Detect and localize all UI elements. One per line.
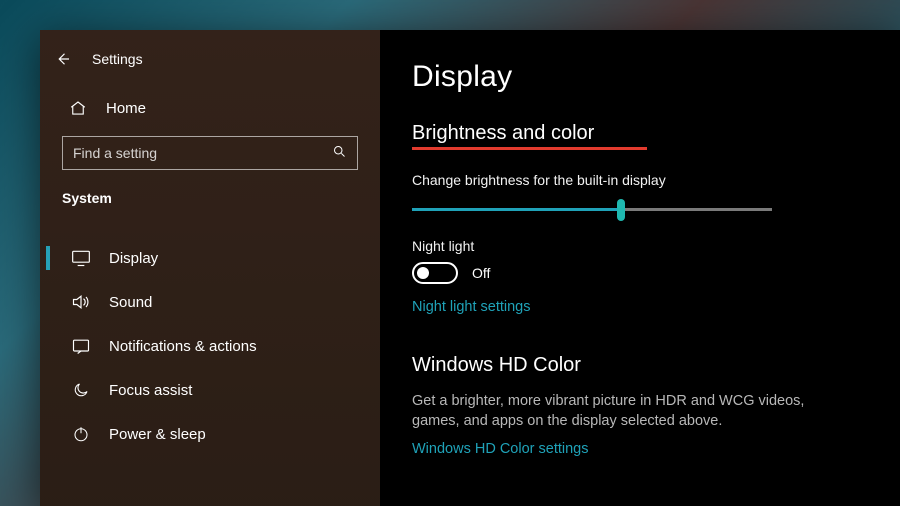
slider-track-empty: [621, 208, 772, 211]
page-title: Display: [412, 60, 868, 94]
search-icon: [332, 144, 347, 162]
home-nav[interactable]: Home: [40, 86, 380, 132]
sidebar-item-label: Notifications & actions: [109, 338, 257, 355]
section-heading-hd: Windows HD Color: [412, 354, 868, 377]
section-heading-brightness: Brightness and color: [412, 122, 594, 145]
settings-window: Settings Home System: [40, 30, 900, 506]
hd-color-settings-link[interactable]: Windows HD Color settings: [412, 441, 588, 457]
sidebar-item-label: Sound: [109, 294, 152, 311]
night-light-settings-link[interactable]: Night light settings: [412, 299, 530, 315]
header-row: Settings: [40, 38, 380, 86]
heading-underline: [412, 147, 647, 150]
power-icon: [71, 424, 91, 444]
sidebar-item-focus-assist[interactable]: Focus assist: [40, 368, 380, 412]
sidebar: Settings Home System: [40, 30, 380, 506]
sidebar-item-label: Focus assist: [109, 382, 192, 399]
sidebar-item-label: Power & sleep: [109, 426, 206, 443]
night-light-toggle-row: Off: [412, 262, 868, 284]
sidebar-item-display[interactable]: Display: [40, 236, 380, 280]
monitor-icon: [71, 248, 91, 268]
sidebar-item-sound[interactable]: Sound: [40, 280, 380, 324]
hd-description: Get a brighter, more vibrant picture in …: [412, 391, 832, 432]
brightness-slider[interactable]: [412, 196, 772, 224]
moon-icon: [71, 380, 91, 400]
slider-thumb[interactable]: [617, 199, 625, 221]
sidebar-item-notifications[interactable]: Notifications & actions: [40, 324, 380, 368]
search-field[interactable]: [73, 145, 320, 161]
home-label: Home: [106, 100, 146, 117]
night-light-state: Off: [472, 265, 490, 281]
search-input[interactable]: [62, 136, 358, 170]
night-light-toggle[interactable]: [412, 262, 458, 284]
nav-list: Display Sound Notifications & actions: [40, 236, 380, 456]
home-icon: [68, 98, 88, 118]
sidebar-item-label: Display: [109, 250, 158, 267]
speaker-icon: [71, 292, 91, 312]
notification-icon: [71, 336, 91, 356]
brightness-label: Change brightness for the built-in displ…: [412, 172, 868, 188]
sidebar-item-power[interactable]: Power & sleep: [40, 412, 380, 456]
app-title: Settings: [92, 51, 143, 67]
slider-track-filled: [412, 208, 621, 211]
content-area: Display Brightness and color Change brig…: [380, 30, 900, 506]
night-light-label: Night light: [412, 238, 868, 254]
back-arrow-icon[interactable]: [54, 50, 72, 68]
toggle-knob: [417, 267, 429, 279]
sidebar-section-label: System: [40, 184, 380, 216]
